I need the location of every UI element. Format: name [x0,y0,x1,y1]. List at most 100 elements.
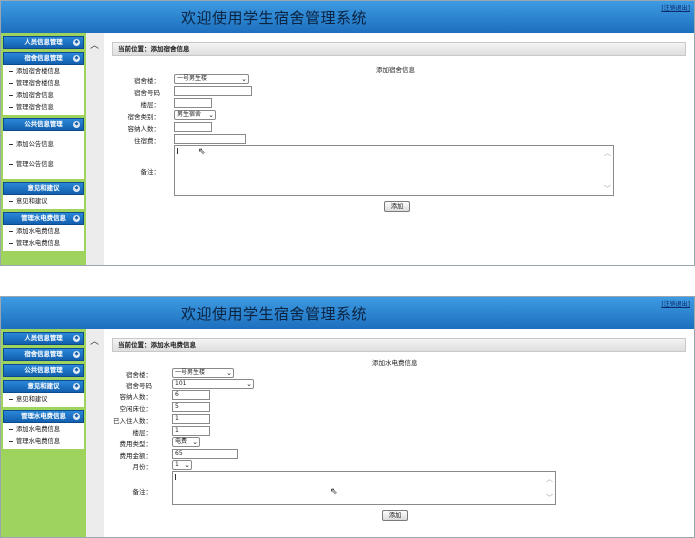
occupied-label: 已入住人数： [113,417,152,425]
remark-label: 备注： [132,488,153,496]
sidebar-category-utility[interactable]: 管理水电费信息 ◆ [3,410,84,423]
free-beds-input[interactable]: 5 [172,402,210,412]
room-label: 宿舍号码 [134,89,160,97]
sidebar-group-utility: 添加水电费信息 管理水电费信息 [3,225,84,251]
occupied-input[interactable]: 1 [172,414,210,424]
fee-label: 住宿费： [134,137,160,145]
collapse-icon: ◆ [73,121,80,128]
collapse-icon: ◆ [73,367,80,374]
app-title: 欢迎使用学生宿舍管理系统 [181,9,368,27]
capacity-input[interactable] [174,122,212,132]
month-label: 月份： [132,463,153,471]
sidebar-item-manage-utility[interactable]: 管理水电费信息 [3,238,84,250]
remark-textarea[interactable]: ︿ ﹀ [174,145,614,196]
chevron-down-icon: ⌄ [192,438,198,446]
collapse-icon: ◆ [73,335,80,342]
sidebar-item-manage-utility[interactable]: 管理水电费信息 [3,436,84,448]
collapse-icon: ◆ [73,55,80,62]
floor-input[interactable]: 1 [172,426,210,436]
sidebar-item-manage-dorm[interactable]: 管理宿舍信息 [3,102,84,114]
submit-button[interactable]: 添加 [384,201,410,212]
mouse-pointer-icon: ⇖ [330,487,338,497]
submit-button[interactable]: 添加 [382,510,408,521]
sidebar-group-feedback: 意见和建议 [3,393,84,407]
sidebar-item-manage-building[interactable]: 管理宿舍楼信息 [3,78,84,90]
sidebar-item-manage-notice[interactable]: 管理公告信息 [3,159,84,171]
sidebar-category-utility[interactable]: 管理水电费信息 ◆ [3,212,84,225]
capacity-label: 容纳人数： [127,125,161,133]
chevron-up-icon[interactable]: ︿ [90,334,99,347]
amount-label: 费用金额： [119,452,153,460]
scroll-up-icon[interactable]: ︿ [546,474,553,484]
type-select[interactable]: 男生宿舍 ⌄ [174,110,216,120]
remark-textarea[interactable]: ︿ ﹀ [172,471,556,505]
content-area: 当前位置：添加宿舍信息 添加宿舍信息 宿舍楼： 一号男生楼 ⌄ 宿舍号码 楼层： … [104,33,694,265]
bullet-icon [9,230,13,232]
fee-input[interactable] [174,134,246,144]
collapse-icon: ◆ [73,39,80,46]
logout-link[interactable]: [注销退出] [661,3,690,12]
sidebar-item-add-notice[interactable]: 添加公告信息 [3,139,84,151]
floor-label: 楼层： [140,101,161,109]
logout-link[interactable]: [注销退出] [661,299,690,308]
chevron-down-icon: ⌄ [246,380,252,388]
sidebar-toggle-strip[interactable]: ︿ [86,33,104,265]
bullet-icon [9,242,13,244]
bullet-icon [9,428,13,430]
month-select[interactable]: 1 ⌄ [172,460,192,470]
room-select[interactable]: 101 ⌄ [172,379,254,389]
building-select[interactable]: 一号男生楼 ⌄ [172,368,234,378]
chevron-down-icon: ⌄ [208,111,214,119]
sidebar-category-dorm[interactable]: 宿舍信息管理 ◆ [3,348,84,361]
floor-input[interactable] [174,98,212,108]
sidebar-item-feedback[interactable]: 意见和建议 [3,196,84,208]
capacity-input[interactable]: 6 [172,390,210,400]
sidebar-item-add-utility[interactable]: 添加水电费信息 [3,226,84,238]
sidebar-category-notice[interactable]: 公共信息管理 ◆ [3,364,84,377]
building-label: 宿舍楼： [134,77,160,85]
sidebar-group-feedback: 意见和建议 [3,195,84,209]
sidebar-category-feedback[interactable]: 意见和建议 ◆ [3,182,84,195]
capacity-label: 容纳人数： [119,393,153,401]
scroll-up-icon[interactable]: ︿ [604,148,611,158]
free-beds-label: 空闲床位： [119,405,153,413]
chevron-up-icon[interactable]: ︿ [90,38,99,51]
scroll-down-icon[interactable]: ﹀ [546,493,553,503]
sidebar-group-dorm: 添加宿舍楼信息 管理宿舍楼信息 添加宿舍信息 管理宿舍信息 [3,65,84,115]
chevron-down-icon: ⌄ [241,75,247,83]
type-label: 宿舍类别： [127,113,161,121]
floor-label: 楼层： [132,429,153,437]
form-title: 添加宿舍信息 [376,66,415,74]
collapse-icon: ◆ [73,413,80,420]
room-input[interactable] [174,86,252,96]
sidebar-category-dorm[interactable]: 宿舍信息管理 ◆ [3,52,84,65]
amount-input[interactable]: 65 [172,449,238,459]
chevron-down-icon: ⌄ [184,461,190,469]
screenshot-add-utility: 欢迎使用学生宿舍管理系统 [注销退出] 人员信息管理 ◆ 宿舍信息管理 ◆ 公共信息… [0,296,695,538]
sidebar-category-personnel[interactable]: 人员信息管理 ◆ [3,332,84,345]
scroll-down-icon[interactable]: ﹀ [604,184,611,194]
sidebar-category-feedback[interactable]: 意见和建议 ◆ [3,380,84,393]
collapse-icon: ◆ [73,383,80,390]
room-label: 宿舍号码 [126,382,152,390]
sidebar-group-utility: 添加水电费信息 管理水电费信息 [3,423,84,449]
sidebar-item-add-dorm[interactable]: 添加宿舍信息 [3,90,84,102]
bullet-icon [9,143,13,145]
text-caret [177,148,178,154]
bullet-icon [9,94,13,96]
sidebar-item-add-utility[interactable]: 添加水电费信息 [3,424,84,436]
fee-type-select[interactable]: 电费 ⌄ [172,437,200,447]
header-bar: 欢迎使用学生宿舍管理系统 [注销退出] [1,1,694,33]
collapse-icon: ◆ [73,215,80,222]
collapse-icon: ◆ [73,185,80,192]
sidebar-category-notice[interactable]: 公共信息管理 ◆ [3,118,84,131]
app-title: 欢迎使用学生宿舍管理系统 [181,305,368,323]
bullet-icon [9,70,13,72]
sidebar-item-add-building[interactable]: 添加宿舍楼信息 [3,66,84,78]
building-select[interactable]: 一号男生楼 ⌄ [174,74,249,84]
sidebar-category-personnel[interactable]: 人员信息管理 ◆ [3,36,84,49]
collapse-icon: ◆ [73,351,80,358]
bullet-icon [9,82,13,84]
sidebar-item-feedback[interactable]: 意见和建议 [3,394,84,406]
bullet-icon [9,106,13,108]
